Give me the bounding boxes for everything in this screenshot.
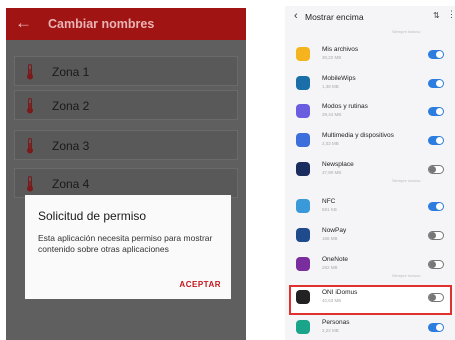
always-label: Siempre incluso [392,178,421,183]
dialog-title: Solicitud de permiso [38,209,147,223]
zone-label: Zona 2 [52,99,90,113]
app-row[interactable]: MobileWips 1,38 MB [289,72,451,101]
app-row[interactable]: NFC 691 KB [289,195,451,224]
left-phone-screen: ← Cambiar nombres Zona 1 Zona 2 Zona 3 Z… [6,8,246,340]
app-row[interactable]: Multimedia y dispositivos 2,03 MB [289,129,451,158]
app-name: MobileWips [322,75,356,82]
page-title: Mostrar encima [305,12,364,22]
app-name: OneNote [322,256,349,263]
app-name: ONI iDomus [322,289,358,296]
thermometer-icon [27,176,33,192]
permission-toggle[interactable] [428,293,444,302]
app-icon [296,257,310,271]
always-label: Siempre incluso [392,29,421,34]
zone-label: Zona 4 [52,177,90,191]
permission-dialog: Solicitud de permiso Esta aplicación nec… [25,195,231,299]
zone-item-3[interactable]: Zona 3 [14,130,238,160]
sort-icon[interactable]: ⇅ [433,11,440,20]
thermometer-icon [27,98,33,114]
app-name: Multimedia y dispositivos [322,132,394,139]
app-icon [296,47,310,61]
app-row[interactable]: OneNote 282 MB Siempre incluso [289,253,451,282]
app-icon [296,290,310,304]
toggle-knob [436,324,443,331]
toggle-knob [436,51,443,58]
app-icon [296,320,310,334]
app-icon [296,133,310,147]
app-size: 39,44 MB [322,112,342,117]
permission-toggle[interactable] [428,107,444,116]
app-size: 30,22 MB [322,55,342,60]
zone-item-1[interactable]: Zona 1 [14,56,238,86]
settings-header: ‹ Mostrar encima ⇅ ⋮ [285,6,455,28]
always-label: Siempre incluso [392,273,421,278]
zone-item-2[interactable]: Zona 2 [14,90,238,120]
app-icon [296,104,310,118]
toggle-knob [436,203,443,210]
app-row[interactable]: Modos y rutinas 39,44 MB [289,100,451,129]
toggle-knob [436,80,443,87]
toggle-knob [429,294,436,301]
zone-item-4[interactable]: Zona 4 [14,168,238,198]
app-icon [296,76,310,90]
app-row[interactable]: Mis archivos 30,22 MB [289,43,451,72]
permission-toggle[interactable] [428,50,444,59]
chevron-left-icon[interactable]: ‹ [294,10,298,22]
more-vertical-icon[interactable]: ⋮ [447,9,455,20]
app-size: 691 KB [322,207,337,212]
app-size: 1,38 MB [322,84,339,89]
permission-toggle[interactable] [428,136,444,145]
app-name: NowPay [322,227,347,234]
app-name: Personas [322,319,350,326]
zone-label: Zona 1 [52,65,90,79]
app-icon [296,162,310,176]
permission-toggle[interactable] [428,323,444,332]
toggle-knob [436,108,443,115]
permission-toggle[interactable] [428,231,444,240]
app-name: NFC [322,198,336,205]
permission-toggle[interactable] [428,165,444,174]
thermometer-icon [27,64,33,80]
app-name: Mis archivos [322,46,359,53]
toggle-knob [429,166,436,173]
toggle-knob [429,232,436,239]
app-size: 40,63 MB [322,298,342,303]
zone-label: Zona 3 [52,139,90,153]
permission-toggle[interactable] [428,79,444,88]
right-phone-screen: ‹ Mostrar encima ⇅ ⋮ Siempre incluso Mis… [285,6,455,340]
toggle-knob [429,261,436,268]
app-name: Newsplace [322,161,354,168]
app-size: 37,80 MB [322,170,342,175]
app-bar: ← Cambiar nombres [6,8,246,40]
page-title: Cambiar nombres [48,17,155,31]
app-row[interactable]: NowPay 168 MB [289,224,451,253]
app-row[interactable]: Newsplace 37,80 MB Siempre incluso [289,158,451,187]
app-size: 2,22 MB [322,328,339,333]
app-name: Modos y rutinas [322,103,368,110]
permission-toggle[interactable] [428,202,444,211]
app-row[interactable]: ONI iDomus 40,63 MB [289,286,451,315]
accept-button[interactable]: ACEPTAR [179,280,221,289]
app-size: 282 MB [322,265,338,270]
app-row[interactable]: Personas 2,22 MB [289,316,451,340]
dialog-message: Esta aplicación necesita permiso para mo… [38,233,213,254]
app-icon [296,199,310,213]
thermometer-icon [27,138,33,154]
permission-toggle[interactable] [428,260,444,269]
app-size: 168 MB [322,236,338,241]
app-size: 2,03 MB [322,141,339,146]
app-icon [296,228,310,242]
arrow-left-icon[interactable]: ← [15,14,32,32]
toggle-knob [436,137,443,144]
